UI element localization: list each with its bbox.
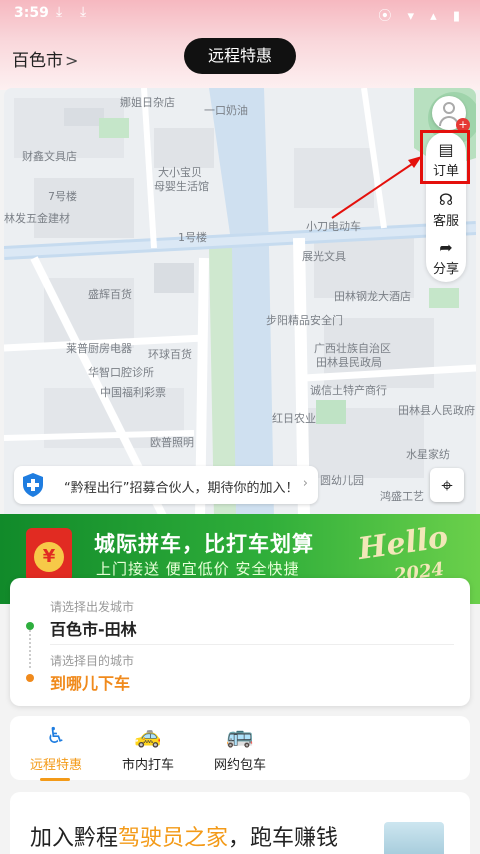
map-label: 娜姐日杂店 — [120, 96, 175, 109]
map-label: 欧普照明 — [150, 436, 194, 449]
map-label: 财鑫文具店 — [22, 150, 77, 163]
status-bar: 3:59 ⤓ ⤓ ⦿ ▾ ▴ ▮ — [0, 0, 480, 28]
city-selector[interactable]: 百色市 > — [12, 46, 78, 71]
active-tab-indicator — [40, 778, 70, 781]
map-label: 田林县人民政府 — [398, 404, 475, 417]
map-label: 7号楼 — [48, 190, 77, 203]
destination-dot — [26, 674, 34, 682]
promo-prefix: 加入黔程 — [30, 826, 119, 851]
chevron-right-icon: › — [302, 476, 308, 491]
user-icon — [443, 102, 455, 114]
promo-text: 加入黔程驾驶员之家，跑车赚钱 — [30, 820, 338, 852]
user-avatar-button[interactable]: + — [432, 96, 470, 132]
recruit-banner[interactable]: “黔程出行”招募合伙人，期待你的加入！ › — [14, 466, 318, 504]
map-label: 中国福利彩票 — [100, 386, 166, 399]
banner-headline: 城际拼车，比打车划算 — [94, 532, 314, 556]
recruit-text: “黔程出行”招募合伙人，期待你的加入！ — [64, 481, 299, 496]
map-label: 环球百货 — [148, 348, 192, 361]
download-icon: ⤓ — [56, 4, 63, 20]
map-label: 莱普厨房电器 — [66, 342, 132, 355]
promo-highlight: 驾驶员之家 — [118, 826, 229, 851]
tab-city-taxi[interactable]: 🚕 市内打车 — [108, 724, 188, 773]
locate-button[interactable]: ⌖ — [430, 468, 464, 502]
order-highlight-box — [420, 130, 470, 184]
map-label: 水星家纺 — [406, 448, 450, 461]
tab-label: 网约包车 — [213, 758, 266, 773]
origin-dot — [26, 622, 34, 630]
building-illustration — [384, 822, 444, 854]
map-label: 鸿盛工艺 — [380, 490, 424, 503]
driver-promo[interactable]: 加入黔程驾驶员之家，跑车赚钱 — [10, 792, 470, 854]
status-time: 3:59 — [14, 5, 49, 21]
map-label: 盛辉百货 — [88, 288, 132, 301]
map-label: 田林钢龙大酒店 — [334, 290, 411, 303]
map-label: 田林县民政局 — [316, 356, 382, 369]
map-label: 华智口腔诊所 — [88, 366, 154, 379]
divider — [50, 644, 454, 645]
promo-suffix: ，跑车赚钱 — [228, 826, 339, 851]
map-label: 圆幼儿园 — [320, 474, 364, 487]
route-card: 请选择出发城市 百色市-田林 请选择目的城市 到哪儿下车 — [10, 578, 470, 706]
bus-icon: 🚌 — [226, 724, 254, 749]
destination-hint: 请选择目的城市 — [50, 654, 135, 668]
map-label: 展光文具 — [302, 250, 346, 263]
download-icon: ⤓ — [80, 4, 87, 20]
origin-hint: 请选择出发城市 — [50, 600, 135, 614]
share-button[interactable]: ➦ 分享 — [426, 238, 466, 277]
shield-icon — [23, 473, 43, 497]
map-label: 诚信土特产商行 — [310, 384, 387, 397]
tab-label: 市内打车 — [121, 758, 174, 773]
chevron-right-icon: > — [65, 51, 79, 70]
map-label: 林发五金建材 — [4, 212, 70, 225]
customer-service-label: 客服 — [432, 214, 459, 229]
map-label: 一口奶油 — [204, 104, 248, 117]
banner-subtitle: 上门接送 便宜低价 安全快捷 — [96, 560, 300, 578]
seat-icon: ♿ — [46, 724, 66, 749]
customer-service-button[interactable]: ☊ 客服 — [426, 190, 466, 229]
service-tabs: ♿ 远程特惠 🚕 市内打车 🚌 网约包车 — [10, 716, 470, 781]
map-label: 1号楼 — [178, 231, 207, 244]
tab-label: 远程特惠 — [29, 758, 82, 773]
status-icons: ⦿ ▾ ▴ ▮ — [378, 9, 466, 24]
route-connector — [29, 630, 31, 668]
map-label: 小刀电动车 — [306, 220, 361, 233]
coin-icon: ¥ — [34, 542, 64, 572]
destination-field[interactable]: 到哪儿下车 — [50, 670, 130, 694]
city-name: 百色市 — [12, 51, 63, 71]
taxi-icon: 🚕 — [134, 724, 162, 749]
red-envelope-icon: ¥ — [26, 528, 72, 582]
map-view[interactable]: 娜姐日杂店 一口奶油 财鑫文具店 大小宝贝 母婴生活馆 7号楼 林发五金建材 1… — [4, 88, 476, 518]
locate-icon: ⌖ — [441, 473, 453, 497]
headset-icon: ☊ — [438, 190, 454, 209]
share-icon: ➦ — [439, 238, 453, 257]
map-label: 母婴生活馆 — [154, 180, 209, 193]
tab-long-distance[interactable]: ♿ 远程特惠 — [16, 724, 96, 773]
map-label: 步阳精品安全门 — [266, 314, 343, 327]
map-label: 红日农业 — [272, 412, 316, 425]
origin-field[interactable]: 百色市-田林 — [50, 616, 137, 640]
tab-charter[interactable]: 🚌 网约包车 — [200, 724, 280, 773]
share-label: 分享 — [432, 262, 459, 277]
page-title[interactable]: 远程特惠 — [184, 38, 296, 74]
